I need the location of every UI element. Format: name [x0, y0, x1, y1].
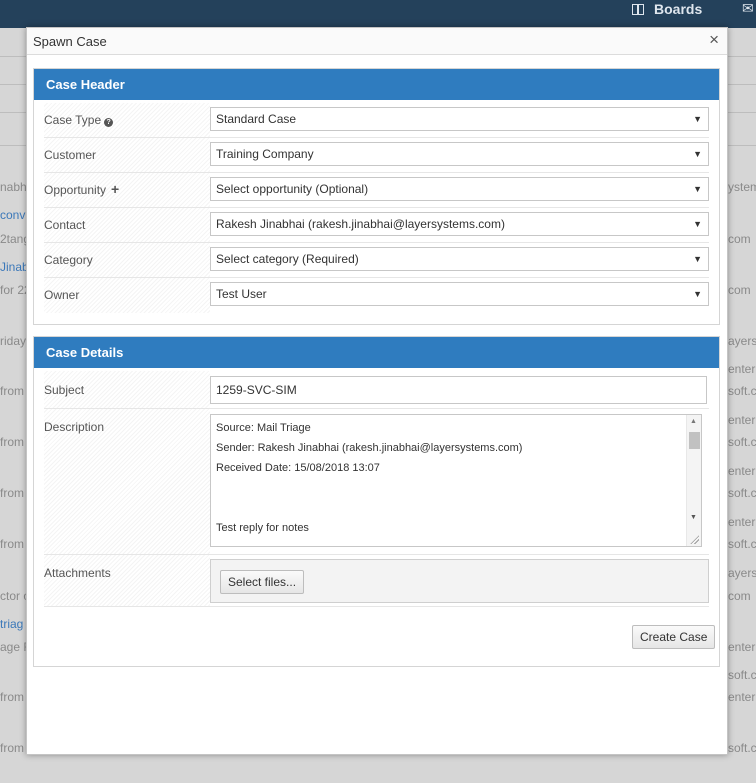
description-line: Sender: Rakesh Jinabhai (rakesh.jinabhai… — [216, 442, 523, 454]
bg-fragment: conv — [0, 208, 26, 222]
bg-fragment: soft.co — [728, 537, 756, 551]
plus-icon[interactable]: + — [111, 182, 119, 196]
field-label: Subject — [44, 383, 85, 397]
bg-fragment: enter — [728, 362, 756, 376]
subject-input[interactable]: 1259-SVC-SIM — [210, 376, 707, 404]
contact-select[interactable]: Rakesh Jinabhai (rakesh.jinabhai@layersy… — [210, 212, 709, 236]
boards-nav[interactable]: Boards — [632, 0, 702, 18]
bg-fragment: from — [0, 384, 24, 398]
spawn-case-dialog: Spawn Case × Case Header Case Type? Stan… — [26, 27, 728, 755]
bg-fragment: soft.co — [728, 435, 756, 449]
bg-fragment: enter — [728, 690, 756, 704]
chat-icon[interactable]: ✉ — [742, 0, 754, 17]
app-topbar: Boards ✉ — [0, 0, 756, 28]
description-line: Received Date: 15/08/2018 13:07 — [216, 462, 380, 474]
bg-fragment: from — [0, 690, 24, 704]
boards-label: Boards — [654, 1, 703, 17]
owner-select[interactable]: Test User ▼ — [210, 282, 709, 306]
panel-heading: Case Details — [34, 337, 719, 368]
bg-fragment: nabh — [0, 180, 27, 194]
help-icon[interactable]: ? — [104, 118, 114, 127]
field-label: Contact — [44, 218, 86, 232]
close-icon[interactable]: × — [709, 31, 719, 49]
select-value: Rakesh Jinabhai (rakesh.jinabhai@layersy… — [216, 217, 505, 231]
opportunity-row: Opportunity + Select opportunity (Optiona… — [44, 173, 709, 208]
description-line — [216, 482, 701, 502]
field-label: Customer — [44, 148, 97, 162]
bg-fragment: com — [728, 232, 751, 246]
select-files-button[interactable]: Select files... — [220, 570, 305, 594]
select-value: Test User — [216, 287, 267, 301]
attachments-row: Attachments Select files... — [44, 555, 709, 607]
select-value: Select category (Required) — [216, 252, 359, 266]
bg-fragment: from — [0, 435, 24, 449]
description-scrollbar[interactable]: ▲ ▼ — [686, 415, 701, 546]
caret-down-icon: ▼ — [693, 114, 702, 124]
bg-fragment: enter — [728, 640, 756, 654]
bg-fragment: ayersy — [728, 334, 756, 348]
owner-row: Owner Test User ▼ — [44, 278, 709, 313]
caret-down-icon: ▼ — [693, 149, 702, 159]
bg-fragment: soft.co — [728, 668, 756, 682]
bg-fragment: ystem — [728, 180, 756, 194]
scroll-thumb[interactable] — [689, 432, 700, 449]
category-select[interactable]: Select category (Required) ▼ — [210, 247, 709, 271]
case-header-panel: Case Header Case Type? Standard Case ▼ Cu… — [33, 68, 720, 325]
bg-fragment: riday — [0, 334, 27, 348]
caret-down-icon: ▼ — [693, 254, 702, 264]
bg-fragment: from — [0, 486, 24, 500]
select-value: Standard Case — [216, 112, 297, 126]
bg-fragment: soft.co — [728, 486, 756, 500]
opportunity-select[interactable]: Select opportunity (Optional) ▼ — [210, 177, 709, 201]
case-type-select[interactable]: Standard Case ▼ — [210, 107, 709, 131]
description-line: Test reply for notes — [216, 522, 309, 534]
bg-fragment: soft.co — [728, 384, 756, 398]
caret-down-icon: ▼ — [693, 289, 702, 299]
field-label: Attachments — [44, 566, 111, 580]
select-value: Training Company — [216, 147, 314, 161]
bg-fragment: com — [728, 589, 751, 603]
scroll-down-icon[interactable]: ▼ — [690, 514, 697, 521]
category-row: Category Select category (Required) ▼ — [44, 243, 709, 278]
panel-heading: Case Header — [34, 69, 719, 100]
field-label: Description — [44, 420, 105, 434]
scroll-up-icon[interactable]: ▲ — [690, 418, 697, 425]
description-line — [216, 502, 701, 522]
description-row: Description Source: Mail Triage Sender: … — [44, 409, 709, 555]
customer-row: Customer Training Company ▼ — [44, 138, 709, 173]
bg-fragment: from — [0, 741, 24, 755]
bg-fragment: soft.co — [728, 741, 756, 755]
field-label: Opportunity — [44, 183, 107, 197]
customer-select[interactable]: Training Company ▼ — [210, 142, 709, 166]
subject-row: Subject 1259-SVC-SIM — [44, 371, 709, 409]
caret-down-icon: ▼ — [693, 219, 702, 229]
description-textarea[interactable]: Source: Mail Triage Sender: Rakesh Jinab… — [210, 414, 702, 547]
caret-down-icon: ▼ — [693, 184, 702, 194]
attachments-dropzone[interactable]: Select files... — [210, 559, 709, 603]
bg-fragment: triag — [0, 617, 24, 631]
field-label: Owner — [44, 288, 80, 302]
description-line: Source: Mail Triage — [216, 422, 311, 434]
bg-fragment: ayersy — [728, 566, 756, 580]
bg-fragment: Jinab — [0, 260, 29, 274]
select-value: Select opportunity (Optional) — [216, 182, 369, 196]
dialog-title: Spawn Case — [33, 34, 107, 49]
create-case-button[interactable]: Create Case — [632, 625, 716, 649]
field-label: Case Type — [44, 113, 102, 127]
bg-fragment: com — [728, 283, 751, 297]
bg-fragment: enter — [728, 413, 756, 427]
field-label: Category — [44, 253, 93, 267]
case-details-panel: Case Details Subject 1259-SVC-SIM Descri… — [33, 336, 720, 667]
bg-fragment: enter — [728, 464, 756, 478]
dialog-header: Spawn Case × — [27, 28, 727, 55]
boards-icon — [632, 4, 644, 15]
bg-fragment: from — [0, 537, 24, 551]
case-type-row: Case Type? Standard Case ▼ — [44, 103, 709, 138]
resize-grip-icon[interactable] — [690, 535, 699, 544]
bg-fragment: enter — [728, 515, 756, 529]
contact-row: Contact Rakesh Jinabhai (rakesh.jinabhai… — [44, 208, 709, 243]
